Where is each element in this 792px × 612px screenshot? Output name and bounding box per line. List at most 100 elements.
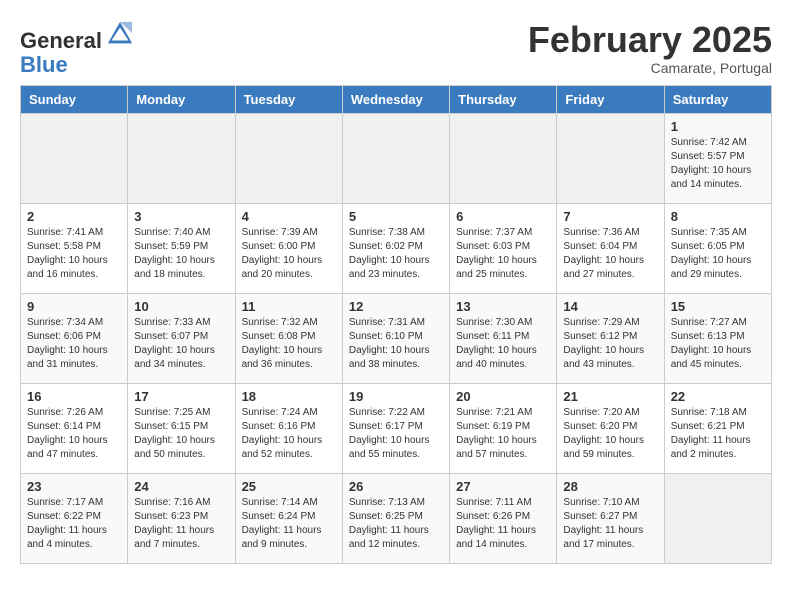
day-cell: [342, 114, 449, 204]
day-number: 26: [349, 479, 443, 494]
day-number: 7: [563, 209, 657, 224]
day-info: Sunrise: 7:40 AM Sunset: 5:59 PM Dayligh…: [134, 226, 228, 282]
day-info: Sunrise: 7:38 AM Sunset: 6:02 PM Dayligh…: [349, 226, 443, 282]
day-number: 6: [456, 209, 550, 224]
week-row-2: 2Sunrise: 7:41 AM Sunset: 5:58 PM Daylig…: [21, 204, 772, 294]
day-cell: 8 Sunrise: 7:35 AM Sunset: 6:05 PM Daylig…: [664, 204, 771, 294]
day-cell: [21, 114, 128, 204]
title-area: February 2025 Camarate, Portugal: [528, 20, 772, 76]
day-cell: [664, 474, 771, 564]
day-info: Sunrise: 7:30 AM Sunset: 6:11 PM Dayligh…: [456, 316, 550, 372]
day-cell: 14 Sunrise: 7:29 AM Sunset: 6:12 PM Dayli…: [557, 294, 664, 384]
day-number: 3: [134, 209, 228, 224]
day-cell: 4Sunrise: 7:39 AM Sunset: 6:00 PM Daylig…: [235, 204, 342, 294]
day-info: Sunrise: 7:11 AM Sunset: 6:26 PM Dayligh…: [456, 496, 550, 552]
day-number: 14: [563, 299, 657, 314]
day-number: 12: [349, 299, 443, 314]
day-info: Sunrise: 7:20 AM Sunset: 6:20 PM Dayligh…: [563, 406, 657, 462]
month-title: February 2025: [528, 20, 772, 60]
day-info: Sunrise: 7:13 AM Sunset: 6:25 PM Dayligh…: [349, 496, 443, 552]
day-cell: 27 Sunrise: 7:11 AM Sunset: 6:26 PM Dayli…: [450, 474, 557, 564]
day-info: Sunrise: 7:21 AM Sunset: 6:19 PM Dayligh…: [456, 406, 550, 462]
calendar-table: SundayMondayTuesdayWednesdayThursdayFrid…: [20, 85, 772, 564]
day-cell: 21 Sunrise: 7:20 AM Sunset: 6:20 PM Dayli…: [557, 384, 664, 474]
day-number: 19: [349, 389, 443, 404]
header-wednesday: Wednesday: [342, 86, 449, 114]
day-number: 20: [456, 389, 550, 404]
day-cell: [450, 114, 557, 204]
day-info: Sunrise: 7:32 AM Sunset: 6:08 PM Dayligh…: [242, 316, 336, 372]
day-info: Sunrise: 7:37 AM Sunset: 6:03 PM Dayligh…: [456, 226, 550, 282]
day-info: Sunrise: 7:35 AM Sunset: 6:05 PM Dayligh…: [671, 226, 765, 282]
day-number: 28: [563, 479, 657, 494]
day-number: 21: [563, 389, 657, 404]
day-info: Sunrise: 7:34 AM Sunset: 6:06 PM Dayligh…: [27, 316, 121, 372]
day-number: 10: [134, 299, 228, 314]
day-cell: 16 Sunrise: 7:26 AM Sunset: 6:14 PM Dayli…: [21, 384, 128, 474]
days-header-row: SundayMondayTuesdayWednesdayThursdayFrid…: [21, 86, 772, 114]
day-cell: 1 Sunrise: 7:42 AM Sunset: 5:57 PM Daylig…: [664, 114, 771, 204]
day-info: Sunrise: 7:14 AM Sunset: 6:24 PM Dayligh…: [242, 496, 336, 552]
header-thursday: Thursday: [450, 86, 557, 114]
week-row-3: 9 Sunrise: 7:34 AM Sunset: 6:06 PM Daylig…: [21, 294, 772, 384]
logo-general: General: [20, 28, 102, 53]
day-number: 13: [456, 299, 550, 314]
day-info: Sunrise: 7:25 AM Sunset: 6:15 PM Dayligh…: [134, 406, 228, 462]
day-info: Sunrise: 7:41 AM Sunset: 5:58 PM Dayligh…: [27, 226, 121, 282]
day-cell: 28 Sunrise: 7:10 AM Sunset: 6:27 PM Dayli…: [557, 474, 664, 564]
day-cell: 13 Sunrise: 7:30 AM Sunset: 6:11 PM Dayli…: [450, 294, 557, 384]
day-cell: 17Sunrise: 7:25 AM Sunset: 6:15 PM Dayli…: [128, 384, 235, 474]
day-cell: [128, 114, 235, 204]
day-cell: 24Sunrise: 7:16 AM Sunset: 6:23 PM Dayli…: [128, 474, 235, 564]
day-info: Sunrise: 7:22 AM Sunset: 6:17 PM Dayligh…: [349, 406, 443, 462]
day-info: Sunrise: 7:26 AM Sunset: 6:14 PM Dayligh…: [27, 406, 121, 462]
logo: General Blue: [20, 20, 134, 77]
day-cell: 25 Sunrise: 7:14 AM Sunset: 6:24 PM Dayli…: [235, 474, 342, 564]
day-cell: 5 Sunrise: 7:38 AM Sunset: 6:02 PM Daylig…: [342, 204, 449, 294]
day-info: Sunrise: 7:42 AM Sunset: 5:57 PM Dayligh…: [671, 136, 765, 192]
day-info: Sunrise: 7:31 AM Sunset: 6:10 PM Dayligh…: [349, 316, 443, 372]
header-saturday: Saturday: [664, 86, 771, 114]
day-number: 25: [242, 479, 336, 494]
day-info: Sunrise: 7:36 AM Sunset: 6:04 PM Dayligh…: [563, 226, 657, 282]
day-cell: 15 Sunrise: 7:27 AM Sunset: 6:13 PM Dayli…: [664, 294, 771, 384]
day-number: 9: [27, 299, 121, 314]
day-cell: 7 Sunrise: 7:36 AM Sunset: 6:04 PM Daylig…: [557, 204, 664, 294]
day-info: Sunrise: 7:39 AM Sunset: 6:00 PM Dayligh…: [242, 226, 336, 282]
day-number: 22: [671, 389, 765, 404]
week-row-5: 23Sunrise: 7:17 AM Sunset: 6:22 PM Dayli…: [21, 474, 772, 564]
day-cell: 26 Sunrise: 7:13 AM Sunset: 6:25 PM Dayli…: [342, 474, 449, 564]
day-cell: 12 Sunrise: 7:31 AM Sunset: 6:10 PM Dayli…: [342, 294, 449, 384]
week-row-1: 1 Sunrise: 7:42 AM Sunset: 5:57 PM Daylig…: [21, 114, 772, 204]
day-info: Sunrise: 7:24 AM Sunset: 6:16 PM Dayligh…: [242, 406, 336, 462]
day-number: 8: [671, 209, 765, 224]
day-info: Sunrise: 7:33 AM Sunset: 6:07 PM Dayligh…: [134, 316, 228, 372]
day-cell: [557, 114, 664, 204]
day-info: Sunrise: 7:16 AM Sunset: 6:23 PM Dayligh…: [134, 496, 228, 552]
logo-blue: Blue: [20, 52, 68, 77]
day-cell: 9 Sunrise: 7:34 AM Sunset: 6:06 PM Daylig…: [21, 294, 128, 384]
day-cell: 6 Sunrise: 7:37 AM Sunset: 6:03 PM Daylig…: [450, 204, 557, 294]
day-info: Sunrise: 7:18 AM Sunset: 6:21 PM Dayligh…: [671, 406, 765, 462]
day-number: 23: [27, 479, 121, 494]
day-number: 18: [242, 389, 336, 404]
day-info: Sunrise: 7:10 AM Sunset: 6:27 PM Dayligh…: [563, 496, 657, 552]
day-number: 1: [671, 119, 765, 134]
day-number: 11: [242, 299, 336, 314]
day-cell: 18 Sunrise: 7:24 AM Sunset: 6:16 PM Dayli…: [235, 384, 342, 474]
day-info: Sunrise: 7:27 AM Sunset: 6:13 PM Dayligh…: [671, 316, 765, 372]
day-cell: 22 Sunrise: 7:18 AM Sunset: 6:21 PM Dayli…: [664, 384, 771, 474]
day-info: Sunrise: 7:29 AM Sunset: 6:12 PM Dayligh…: [563, 316, 657, 372]
header-tuesday: Tuesday: [235, 86, 342, 114]
day-cell: 10 Sunrise: 7:33 AM Sunset: 6:07 PM Dayli…: [128, 294, 235, 384]
header-sunday: Sunday: [21, 86, 128, 114]
header-friday: Friday: [557, 86, 664, 114]
day-cell: [235, 114, 342, 204]
day-cell: 3 Sunrise: 7:40 AM Sunset: 5:59 PM Daylig…: [128, 204, 235, 294]
day-number: 16: [27, 389, 121, 404]
location-subtitle: Camarate, Portugal: [528, 60, 772, 76]
day-number: 27: [456, 479, 550, 494]
day-number: 5: [349, 209, 443, 224]
day-cell: 11 Sunrise: 7:32 AM Sunset: 6:08 PM Dayli…: [235, 294, 342, 384]
day-number: 15: [671, 299, 765, 314]
